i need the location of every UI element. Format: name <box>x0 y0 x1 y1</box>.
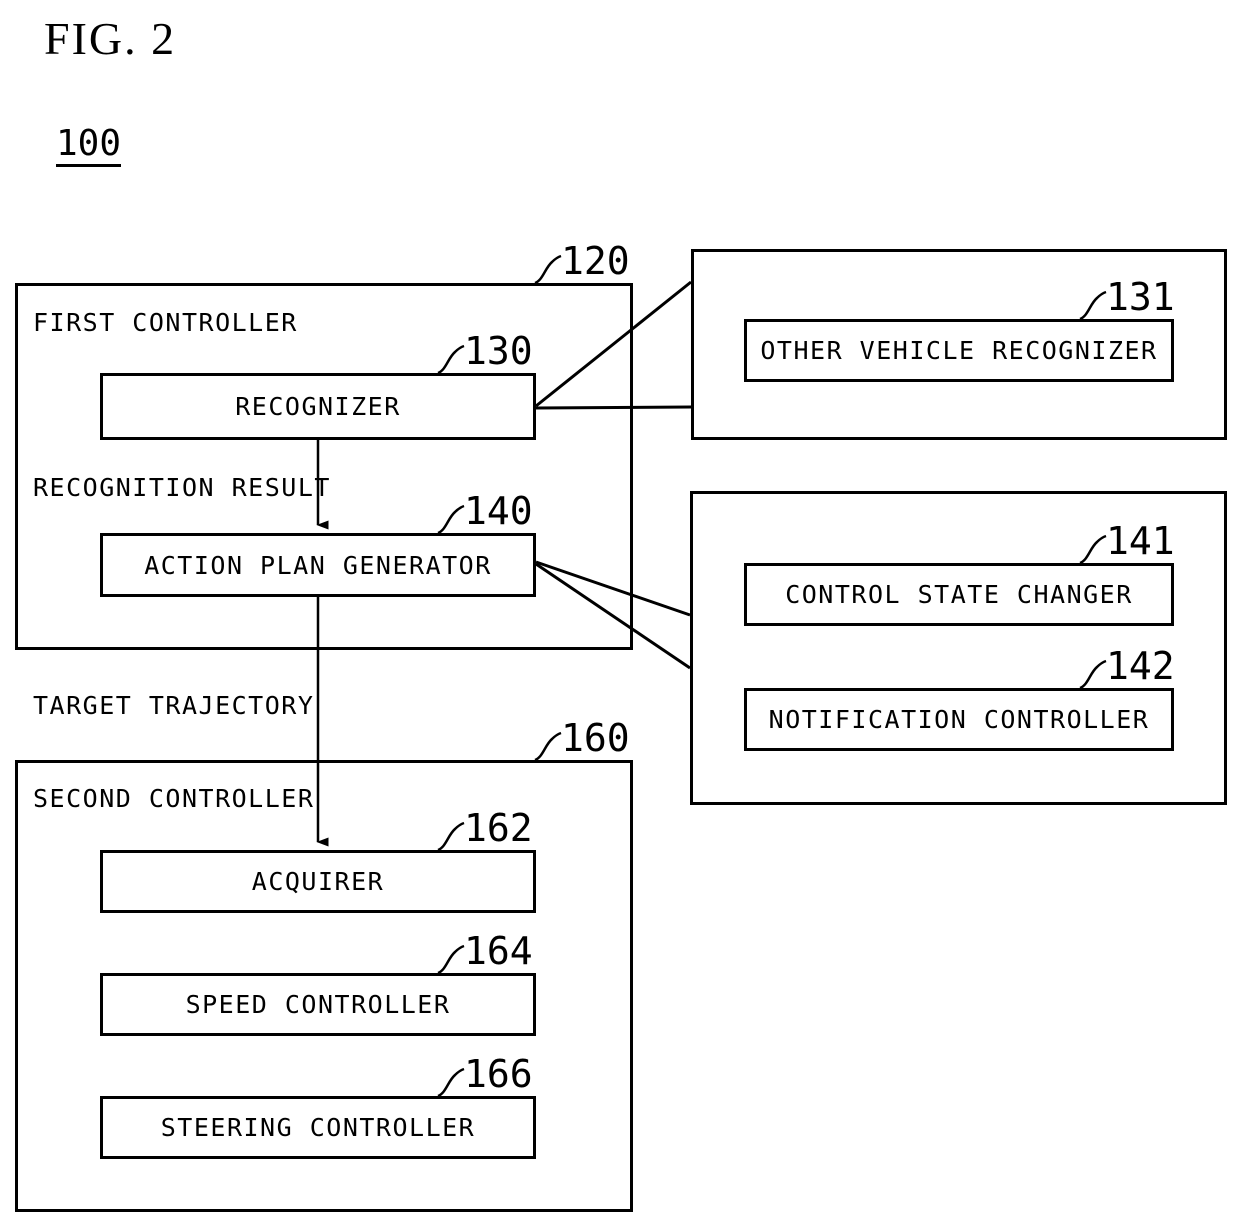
notification-controller-label: NOTIFICATION CONTROLLER <box>768 705 1150 734</box>
first-controller-ref: 120 <box>561 239 630 283</box>
target-trajectory-label: TARGET TRAJECTORY <box>33 691 315 720</box>
action-plan-generator-label: ACTION PLAN GENERATOR <box>144 550 492 580</box>
steering-controller-box: STEERING CONTROLLER <box>100 1096 536 1159</box>
control-state-changer-box: CONTROL STATE CHANGER <box>744 563 1174 626</box>
figure-canvas: FIG. 2 100 FIRST CONTROLLER 120 RECOGNIZ… <box>0 0 1240 1227</box>
first-controller-caption: FIRST CONTROLLER <box>33 308 298 337</box>
second-controller-caption: SECOND CONTROLLER <box>33 784 315 813</box>
system-reference-number: 100 <box>56 126 122 167</box>
control-state-changer-ref: 141 <box>1106 519 1175 563</box>
other-vehicle-recognizer-label: OTHER VEHICLE RECOGNIZER <box>760 336 1158 365</box>
steering-controller-label: STEERING CONTROLLER <box>160 1113 476 1142</box>
other-vehicle-recognizer-box: OTHER VEHICLE RECOGNIZER <box>744 319 1174 382</box>
acquirer-ref: 162 <box>464 806 533 850</box>
action-plan-generator-box: ACTION PLAN GENERATOR <box>100 533 536 597</box>
second-controller-ref: 160 <box>561 716 630 760</box>
recognizer-label: RECOGNIZER <box>235 392 401 421</box>
notification-controller-ref: 142 <box>1106 644 1175 688</box>
speed-controller-box: SPEED CONTROLLER <box>100 973 536 1036</box>
steering-controller-ref: 166 <box>464 1052 533 1096</box>
figure-title: FIG. 2 <box>44 13 177 64</box>
acquirer-label: ACQUIRER <box>251 867 385 896</box>
recognition-result-label: RECOGNITION RESULT <box>33 473 331 502</box>
control-state-changer-label: CONTROL STATE CHANGER <box>785 580 1133 609</box>
leader-line-120 <box>534 254 562 285</box>
speed-controller-ref: 164 <box>464 929 533 973</box>
acquirer-box: ACQUIRER <box>100 850 536 913</box>
action-plan-generator-ref: 140 <box>464 489 533 533</box>
notification-controller-box: NOTIFICATION CONTROLLER <box>744 688 1174 751</box>
other-vehicle-recognizer-ref: 131 <box>1106 275 1175 319</box>
leader-line-160 <box>534 731 562 762</box>
recognizer-box: RECOGNIZER <box>100 373 536 440</box>
speed-controller-label: SPEED CONTROLLER <box>185 990 451 1019</box>
recognizer-ref: 130 <box>464 329 533 373</box>
